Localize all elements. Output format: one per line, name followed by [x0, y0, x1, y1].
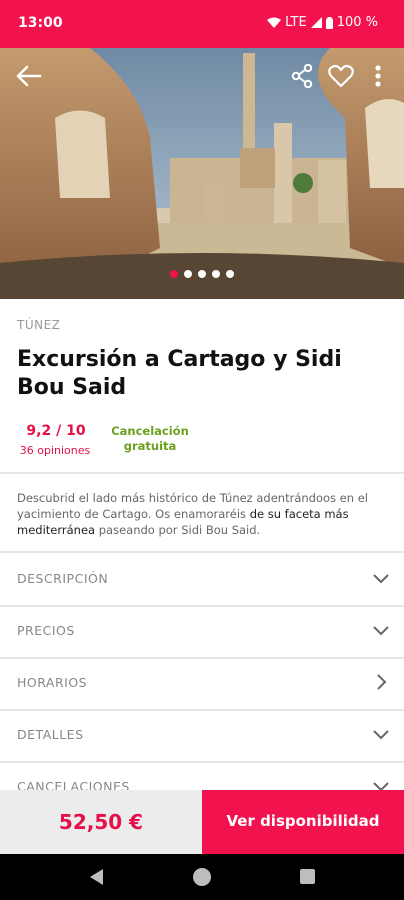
chevron-down-icon: [373, 626, 389, 636]
status-indicators: LTE 100 %: [267, 15, 378, 30]
status-bar: 13:00 LTE 100 %: [0, 0, 404, 48]
back-arrow-icon: [16, 65, 42, 87]
price-label: 52,50 €: [58, 810, 144, 834]
price-box: 52,50 €: [0, 790, 202, 854]
share-button[interactable]: [284, 60, 320, 92]
more-vert-icon: [375, 65, 381, 87]
system-nav-bar: [0, 854, 404, 900]
status-time: 13:00: [18, 15, 63, 31]
divider: [0, 472, 404, 474]
carousel-dot[interactable]: [226, 270, 234, 278]
chevron-down-icon: [373, 730, 389, 740]
description-summary: Descubrid el lado más histórico de Túnez…: [17, 490, 392, 538]
chevron-down-icon: [373, 574, 389, 584]
cancellation-line-1: Cancelación: [111, 424, 189, 438]
favorite-button[interactable]: [323, 60, 359, 92]
section-description[interactable]: DESCRIPCIÓN: [0, 553, 404, 607]
rating-score[interactable]: 9,2 / 10: [16, 423, 96, 439]
carousel-dot[interactable]: [184, 270, 192, 278]
battery-label: 100 %: [336, 15, 378, 30]
carousel-dot[interactable]: [212, 270, 220, 278]
section-label: HORARIOS: [17, 675, 88, 690]
wifi-icon: [267, 17, 282, 28]
section-details[interactable]: DETALLES: [0, 709, 404, 763]
section-schedule[interactable]: HORARIOS: [0, 657, 404, 711]
nav-home-icon[interactable]: [193, 868, 211, 886]
carousel-indicator: [0, 270, 404, 278]
section-label: PRECIOS: [17, 623, 75, 638]
location-label: TÚNEZ: [17, 318, 61, 332]
battery-icon: [325, 16, 333, 29]
page-title: Excursión a Cartago y Sidi Bou Said: [17, 347, 342, 400]
network-label: LTE: [285, 15, 307, 30]
hero-carousel[interactable]: [0, 48, 404, 299]
signal-icon: [310, 17, 322, 28]
section-prices[interactable]: PRECIOS: [0, 605, 404, 659]
description-text-end: paseando por Sidi Bou Said.: [95, 523, 261, 537]
carousel-dot[interactable]: [170, 270, 178, 278]
share-icon: [291, 64, 313, 88]
nav-back-icon[interactable]: [88, 868, 104, 886]
booking-bar: 52,50 € Ver disponibilidad: [0, 790, 404, 854]
section-label: DESCRIPCIÓN: [17, 571, 109, 586]
reviews-count[interactable]: 36 opiniones: [12, 444, 98, 457]
back-button[interactable]: [10, 60, 46, 92]
cancellation-line-2: gratuita: [123, 439, 177, 453]
check-availability-label: Ver disponibilidad: [226, 812, 380, 830]
chevron-right-icon: [377, 674, 387, 690]
nav-recents-icon[interactable]: [300, 869, 315, 884]
free-cancellation-badge: Cancelación gratuita: [105, 424, 195, 454]
section-label: DETALLES: [17, 727, 84, 742]
check-availability-button[interactable]: Ver disponibilidad: [202, 790, 404, 854]
carousel-dot[interactable]: [198, 270, 206, 278]
more-button[interactable]: [360, 60, 396, 92]
heart-icon: [328, 64, 354, 88]
